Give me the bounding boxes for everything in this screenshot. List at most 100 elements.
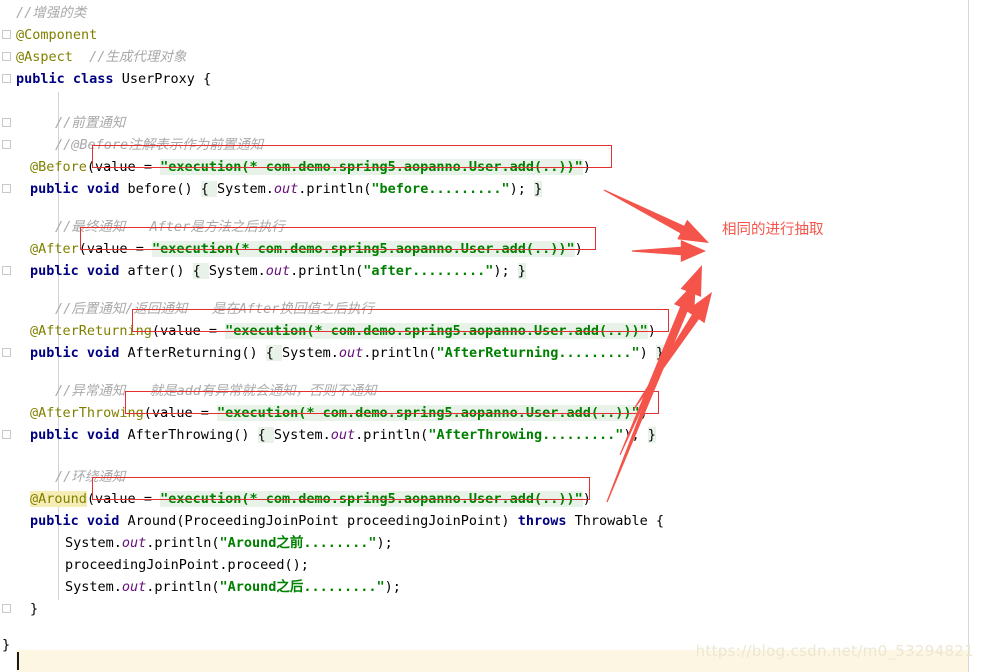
code-line[interactable]: System.out.println("Around之后........."); <box>0 576 401 598</box>
code-token: "after........." <box>363 263 494 279</box>
code-token: } <box>2 637 11 653</box>
code-line[interactable]: //最终通知 After是方法之后执行 <box>0 216 285 238</box>
code-token: "execution(* com.demo.spring5.aopanno.Us… <box>160 491 583 507</box>
code-line[interactable]: @Aspect //生成代理对象 <box>0 46 186 68</box>
code-token: value = <box>151 405 217 421</box>
code-token: { <box>265 345 282 361</box>
code-token: } <box>533 181 543 197</box>
code-token: } <box>655 345 665 361</box>
text-caret <box>17 652 19 670</box>
code-line[interactable]: public void before() { System.out.printl… <box>0 178 543 200</box>
code-line[interactable]: System.out.println("Around之前........"); <box>0 532 393 554</box>
code-line[interactable]: //后置通知/返回通知 是在After换回值之后执行 <box>0 298 374 320</box>
code-token: void <box>86 181 128 197</box>
code-token: //最终通知 After是方法之后执行 <box>55 219 285 235</box>
code-token: out <box>273 181 299 197</box>
code-line[interactable]: @Around(value = "execution(* com.demo.sp… <box>0 488 591 510</box>
code-line[interactable]: //异常通知 就是add有异常就会通知，否则不通知 <box>0 380 377 402</box>
code-token: void <box>86 427 128 443</box>
code-token: out <box>330 427 356 443</box>
code-token: ); <box>509 181 534 197</box>
code-line[interactable]: @Component <box>0 24 97 46</box>
code-token: .println( <box>146 535 220 551</box>
code-line[interactable]: public void Around(ProceedingJoinPoint p… <box>0 510 664 532</box>
code-token: //@Before注解表示作为前置通知 <box>55 137 264 153</box>
code-token: UserProxy <box>121 71 203 87</box>
code-token: public <box>30 181 87 197</box>
code-token: System. <box>216 181 274 197</box>
code-token: "execution(* com.demo.spring5.aopanno.Us… <box>216 405 640 421</box>
code-token: public <box>30 263 87 279</box>
code-token: ) <box>582 491 591 507</box>
code-token: void <box>86 263 128 279</box>
code-token: //生成代理对象 <box>89 49 187 65</box>
annotation-label: 相同的进行抽取 <box>722 222 824 238</box>
code-token: ) <box>647 323 656 339</box>
code-token: after() <box>127 263 193 279</box>
code-token: @Aspect <box>16 49 73 65</box>
code-token: ) <box>639 345 656 361</box>
code-token: //前置通知 <box>55 115 126 131</box>
code-line[interactable]: public void AfterReturning() { System.ou… <box>0 342 665 364</box>
code-line[interactable]: proceedingJoinPoint.proceed(); <box>0 554 309 576</box>
code-line[interactable]: public class UserProxy { <box>0 68 211 90</box>
code-line[interactable]: @AfterThrowing(value = "execution(* com.… <box>0 402 648 424</box>
code-token: "execution(* com.demo.spring5.aopanno.Us… <box>151 241 575 257</box>
editor-right-border <box>968 0 969 672</box>
code-token: .println( <box>355 427 429 443</box>
code-token: { <box>257 427 274 443</box>
code-token: { <box>200 181 217 197</box>
code-token: ( <box>151 323 161 339</box>
code-token: value = <box>160 323 226 339</box>
code-line[interactable]: @Before(value = "execution(* com.demo.sp… <box>0 156 591 178</box>
code-token: Throwable <box>574 513 656 529</box>
code-token: value = <box>95 491 161 507</box>
code-token: public <box>30 513 87 529</box>
code-token: ( <box>86 491 96 507</box>
code-token: void <box>86 345 128 361</box>
code-token: public <box>16 71 73 87</box>
code-line[interactable]: //前置通知 <box>0 112 125 134</box>
code-token: "execution(* com.demo.spring5.aopanno.Us… <box>160 159 583 175</box>
code-token: AfterReturning() <box>127 345 266 361</box>
code-token: ); <box>493 263 518 279</box>
code-token: "AfterReturning........." <box>436 345 640 361</box>
code-token: @Before <box>30 159 87 175</box>
code-line[interactable]: public void after() { System.out.println… <box>0 260 526 282</box>
code-token: "AfterThrowing........." <box>428 427 624 443</box>
code-token: @Component <box>16 27 98 43</box>
code-token: } <box>517 263 526 279</box>
code-token: "Around之后........." <box>219 579 385 595</box>
code-token: public <box>30 345 87 361</box>
code-token: System. <box>65 579 122 595</box>
code-token: System. <box>65 535 122 551</box>
code-line[interactable]: //增强的类 <box>0 2 86 24</box>
code-line[interactable]: } <box>0 598 38 620</box>
code-token: { <box>655 513 665 529</box>
code-token: "before........." <box>371 181 510 197</box>
code-line[interactable]: } <box>0 634 10 656</box>
arrow-down-right <box>603 189 709 243</box>
code-token: AfterThrowing() <box>127 427 258 443</box>
code-token: System. <box>281 345 339 361</box>
code-token: @AfterThrowing <box>30 405 144 421</box>
code-line[interactable]: //环绕通知 <box>0 466 125 488</box>
code-token: ); <box>623 427 648 443</box>
code-editor[interactable]: //增强的类 @Component @Aspect //生成代理对象 public c… <box>0 0 992 672</box>
code-token: public <box>30 427 87 443</box>
code-line[interactable]: @AfterReturning(value = "execution(* com… <box>0 320 656 342</box>
code-token: .println( <box>363 345 437 361</box>
code-token: .println( <box>146 579 220 595</box>
code-token: out <box>338 345 364 361</box>
code-token: //环绕通知 <box>55 469 126 485</box>
code-token: { <box>202 71 212 87</box>
code-token: .println( <box>290 263 364 279</box>
code-token: proceedingJoinPoint.proceed(); <box>65 557 309 573</box>
code-line[interactable]: public void AfterThrowing() { System.out… <box>0 424 656 446</box>
code-token: ) <box>582 159 591 175</box>
code-token: } <box>647 427 656 443</box>
arrow-up-long <box>606 265 702 503</box>
code-line[interactable]: //@Before注解表示作为前置通知 <box>0 134 263 156</box>
code-line[interactable]: @After(value = "execution(* com.demo.spr… <box>0 238 583 260</box>
